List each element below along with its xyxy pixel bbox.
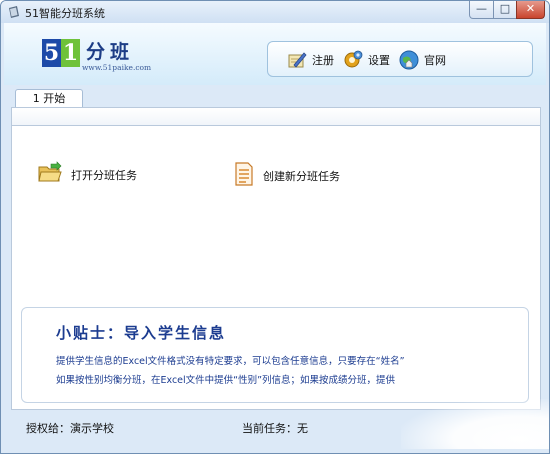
license-status: 授权给：演示学校 <box>26 422 114 435</box>
window-title: 51智能分班系统 <box>25 7 105 20</box>
settings-gear-icon <box>342 49 364 71</box>
tips-line: 提供学生信息的Excel文件格式没有特定要求，可以包含任意信息，只要存在“姓名” <box>56 356 405 367</box>
header-toolbar: 注册 设置 官网 <box>267 41 533 77</box>
website-button[interactable]: 官网 <box>398 48 446 72</box>
register-pen-icon <box>286 49 308 71</box>
tab-start[interactable]: 1 开始 <box>15 89 83 108</box>
minimize-button[interactable]: — <box>469 1 494 19</box>
register-label: 注册 <box>312 54 334 67</box>
new-task-label: 创建新分班任务 <box>263 169 340 183</box>
resize-grip[interactable] <box>401 399 549 449</box>
website-label: 官网 <box>424 54 446 67</box>
content-header-bar <box>12 108 540 126</box>
settings-label: 设置 <box>368 54 390 67</box>
tips-box: 小贴士：导入学生信息 提供学生信息的Excel文件格式没有特定要求，可以包含任意… <box>21 307 529 403</box>
logo-url: www.51paike.com <box>82 63 152 72</box>
minimize-icon: — <box>476 2 487 15</box>
tab-strip <box>4 85 546 107</box>
logo-digit-5: 5 <box>42 39 61 67</box>
tips-title: 小贴士：导入学生信息 <box>56 324 227 342</box>
app-icon <box>7 5 21 19</box>
open-task-label: 打开分班任务 <box>71 168 137 182</box>
new-document-icon <box>233 161 255 190</box>
title-bar[interactable]: 51智能分班系统 — □ ✕ <box>1 1 549 23</box>
app-window: 51智能分班系统 — □ ✕ 5 1 分班 www.51paike.com 注册… <box>0 0 550 454</box>
maximize-icon: □ <box>499 2 511 15</box>
new-task-button[interactable]: 创建新分班任务 <box>233 161 340 190</box>
logo-name: 分班 <box>86 41 135 63</box>
open-folder-icon <box>37 161 63 188</box>
close-icon: ✕ <box>525 2 536 15</box>
register-button[interactable]: 注册 <box>286 48 334 72</box>
settings-button[interactable]: 设置 <box>342 48 390 72</box>
logo-digit-1: 1 <box>61 39 80 67</box>
current-task-status: 当前任务：无 <box>242 422 308 435</box>
maximize-button[interactable]: □ <box>493 1 517 19</box>
close-button[interactable]: ✕ <box>516 1 545 19</box>
tips-line: 如果按性别均衡分班，在Excel文件中提供“性别”列信息；如果按成绩分班，提供 <box>56 375 396 386</box>
globe-home-icon <box>398 49 420 71</box>
open-task-button[interactable]: 打开分班任务 <box>37 161 137 188</box>
